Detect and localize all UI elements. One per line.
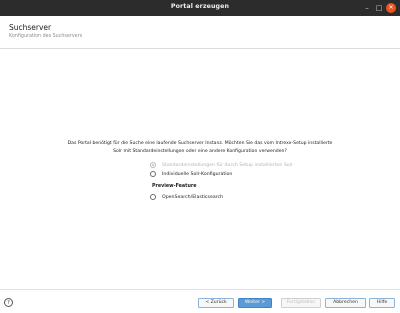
preview-feature-heading: Preview-Feature [152, 184, 197, 189]
option-opensearch[interactable]: OpenSearch/Elasticsearch [150, 193, 223, 201]
wizard-footer: ? < Zurück Weiter > Fertigstellen Abbrec… [0, 290, 400, 313]
option-default-solr-label: Standardeinstellungen für durch Setup in… [162, 162, 293, 168]
back-button[interactable]: < Zurück [198, 298, 234, 308]
wizard-content: Das Portal benötigt für die Suche eine l… [4, 49, 396, 289]
dialog-window: Portal erzeugen – □ ✕ Suchserver Konfigu… [0, 0, 400, 313]
minimize-icon[interactable]: – [362, 3, 372, 13]
page-subtitle: Konfiguration des Suchservers [9, 34, 83, 39]
cancel-button[interactable]: Abbrechen [325, 298, 366, 308]
page-title: Suchserver [9, 23, 52, 32]
help-icon[interactable]: ? [4, 298, 13, 307]
help-button[interactable]: Hilfe [369, 298, 395, 308]
option-custom-solr[interactable]: Individuelle Solr-Konfiguration [150, 170, 232, 178]
intro-line-2: Solr mit Standardeinstellungen oder eine… [113, 148, 287, 154]
intro-text: Das Portal benötigt für die Suche eine l… [44, 140, 356, 155]
title-bar[interactable]: Portal erzeugen – □ ✕ [0, 0, 400, 16]
finish-button[interactable]: Fertigstellen [281, 298, 321, 308]
next-button[interactable]: Weiter > [238, 298, 272, 308]
close-icon[interactable]: ✕ [386, 3, 396, 13]
intro-line-1: Das Portal benötigt für die Suche eine l… [67, 141, 333, 146]
option-custom-solr-label[interactable]: Individuelle Solr-Konfiguration [162, 172, 232, 177]
option-default-solr: Standardeinstellungen für durch Setup in… [150, 161, 293, 169]
radio-custom-solr[interactable] [150, 171, 156, 177]
radio-opensearch[interactable] [150, 194, 156, 200]
option-opensearch-label[interactable]: OpenSearch/Elasticsearch [162, 195, 223, 200]
radio-default-solr [150, 162, 156, 168]
wizard-header: Suchserver Konfiguration des Suchservers [0, 16, 400, 48]
maximize-icon[interactable]: □ [374, 3, 384, 13]
window-title: Portal erzeugen [170, 3, 230, 10]
